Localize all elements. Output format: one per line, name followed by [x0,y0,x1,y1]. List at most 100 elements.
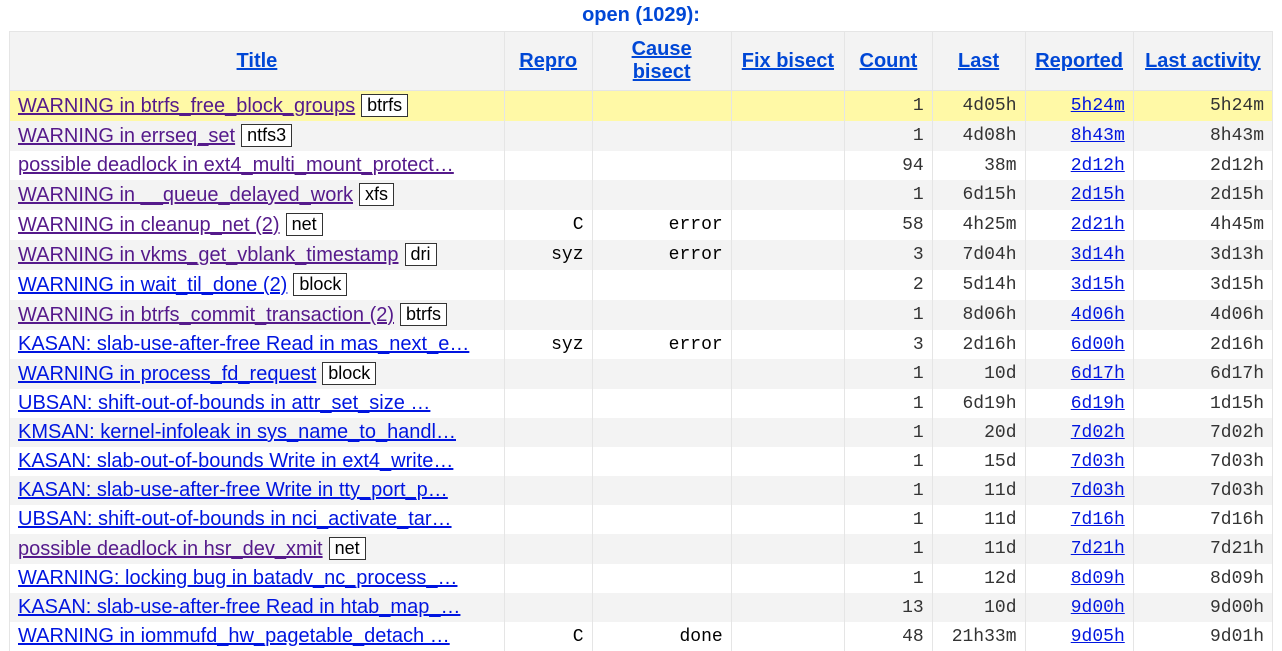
fix-cell [731,359,844,389]
bug-title-link[interactable]: KASAN: slab-use-after-free Read in mas_n… [18,333,469,355]
bug-title-link[interactable]: WARNING in cleanup_net (2) [18,214,280,236]
fix-cell [731,270,844,300]
bug-title-link[interactable]: KASAN: slab-out-of-bounds Write in ext4_… [18,450,453,472]
reported-link[interactable]: 3d14h [1071,245,1125,265]
reported-link[interactable]: 8h43m [1071,126,1125,146]
count-cell: 1 [845,476,933,505]
count-cell: 1 [845,300,933,330]
cause-cell: error [592,240,731,270]
reported-link[interactable]: 2d21h [1071,215,1125,235]
cause-cell [592,534,731,564]
table-row: KASAN: slab-use-after-free Read in mas_n… [10,330,1273,359]
activity-cell: 7d02h [1133,418,1272,447]
bug-title-link[interactable]: UBSAN: shift-out-of-bounds in attr_set_s… [18,392,430,414]
activity-cell: 7d21h [1133,534,1272,564]
bug-title-link[interactable]: KASAN: slab-use-after-free Write in tty_… [18,479,448,501]
reported-link[interactable]: 7d16h [1071,510,1125,530]
activity-cell: 1d15h [1133,389,1272,418]
count-cell: 58 [845,210,933,240]
repro-cell: C [504,210,592,240]
reported-link[interactable]: 3d15h [1071,275,1125,295]
reported-link[interactable]: 6d19h [1071,394,1125,414]
bug-title-link[interactable]: WARNING in btrfs_commit_transaction (2) [18,304,394,326]
subsystem-tag: block [293,273,347,296]
count-cell: 2 [845,270,933,300]
col-header-repro[interactable]: Repro [504,32,592,91]
bug-title-link[interactable]: UBSAN: shift-out-of-bounds in nci_activa… [18,508,452,530]
fix-cell [731,622,844,651]
cause-cell [592,91,731,122]
reported-link[interactable]: 7d21h [1071,539,1125,559]
activity-cell: 2d16h [1133,330,1272,359]
subsystem-tag: btrfs [361,94,408,117]
reported-link[interactable]: 8d09h [1071,569,1125,589]
bug-title-link[interactable]: WARNING: locking bug in batadv_nc_proces… [18,567,457,589]
bug-title-link[interactable]: possible deadlock in ext4_multi_mount_pr… [18,154,454,176]
reported-link[interactable]: 2d15h [1071,185,1125,205]
activity-cell: 4d06h [1133,300,1272,330]
last-cell: 11d [932,476,1025,505]
activity-cell: 7d03h [1133,447,1272,476]
reported-link[interactable]: 7d02h [1071,423,1125,443]
count-cell: 1 [845,389,933,418]
col-header-cause[interactable]: Cause bisect [592,32,731,91]
title-cell: WARNING in vkms_get_vblank_timestampdri [10,240,505,270]
reported-link[interactable]: 6d17h [1071,364,1125,384]
last-cell: 38m [932,151,1025,180]
reported-cell: 2d15h [1025,180,1133,210]
reported-cell: 8h43m [1025,121,1133,151]
count-cell: 3 [845,240,933,270]
bug-title-link[interactable]: KMSAN: kernel-infoleak in sys_name_to_ha… [18,421,456,443]
reported-cell: 6d17h [1025,359,1133,389]
fix-cell [731,389,844,418]
reported-link[interactable]: 6d00h [1071,335,1125,355]
reported-link[interactable]: 4d06h [1071,305,1125,325]
table-row: WARNING in errseq_setntfs314d08h8h43m8h4… [10,121,1273,151]
table-row: KASAN: slab-out-of-bounds Write in ext4_… [10,447,1273,476]
bug-title-link[interactable]: WARNING in vkms_get_vblank_timestamp [18,244,399,266]
reported-link[interactable]: 2d12h [1071,156,1125,176]
col-header-title[interactable]: Title [10,32,505,91]
fix-cell [731,91,844,122]
reported-link[interactable]: 5h24m [1071,96,1125,116]
count-cell: 13 [845,593,933,622]
col-header-last[interactable]: Last [932,32,1025,91]
bug-title-link[interactable]: KASAN: slab-use-after-free Read in htab_… [18,596,460,618]
repro-cell [504,121,592,151]
table-row: WARNING in cleanup_net (2)netCerror584h2… [10,210,1273,240]
bug-title-link[interactable]: WARNING in wait_til_done (2) [18,274,287,296]
table-row: WARNING: locking bug in batadv_nc_proces… [10,564,1273,593]
col-header-count[interactable]: Count [845,32,933,91]
title-cell: WARNING: locking bug in batadv_nc_proces… [10,564,505,593]
bug-title-link[interactable]: WARNING in btrfs_free_block_groups [18,95,355,117]
last-cell: 12d [932,564,1025,593]
cause-cell [592,359,731,389]
repro-cell [504,359,592,389]
col-header-reported[interactable]: Reported [1025,32,1133,91]
cause-cell [592,180,731,210]
bug-title-link[interactable]: possible deadlock in hsr_dev_xmit [18,538,323,560]
col-header-fix[interactable]: Fix bisect [731,32,844,91]
reported-cell: 7d02h [1025,418,1133,447]
last-cell: 10d [932,593,1025,622]
title-cell: UBSAN: shift-out-of-bounds in nci_activa… [10,505,505,534]
bug-title-link[interactable]: WARNING in iommufd_hw_pagetable_detach … [18,625,450,647]
last-cell: 11d [932,534,1025,564]
fix-cell [731,240,844,270]
reported-link[interactable]: 9d00h [1071,598,1125,618]
bug-title-link[interactable]: WARNING in process_fd_request [18,363,316,385]
count-cell: 1 [845,359,933,389]
reported-link[interactable]: 7d03h [1071,481,1125,501]
title-cell: WARNING in cleanup_net (2)net [10,210,505,240]
bug-title-link[interactable]: WARNING in __queue_delayed_work [18,184,353,206]
table-row: UBSAN: shift-out-of-bounds in nci_activa… [10,505,1273,534]
count-cell: 1 [845,505,933,534]
last-cell: 15d [932,447,1025,476]
bug-title-link[interactable]: WARNING in errseq_set [18,125,235,147]
reported-link[interactable]: 9d05h [1071,627,1125,647]
activity-cell: 3d13h [1133,240,1272,270]
col-header-activity[interactable]: Last activity [1133,32,1272,91]
title-cell: KASAN: slab-out-of-bounds Write in ext4_… [10,447,505,476]
last-cell: 4d05h [932,91,1025,122]
reported-link[interactable]: 7d03h [1071,452,1125,472]
